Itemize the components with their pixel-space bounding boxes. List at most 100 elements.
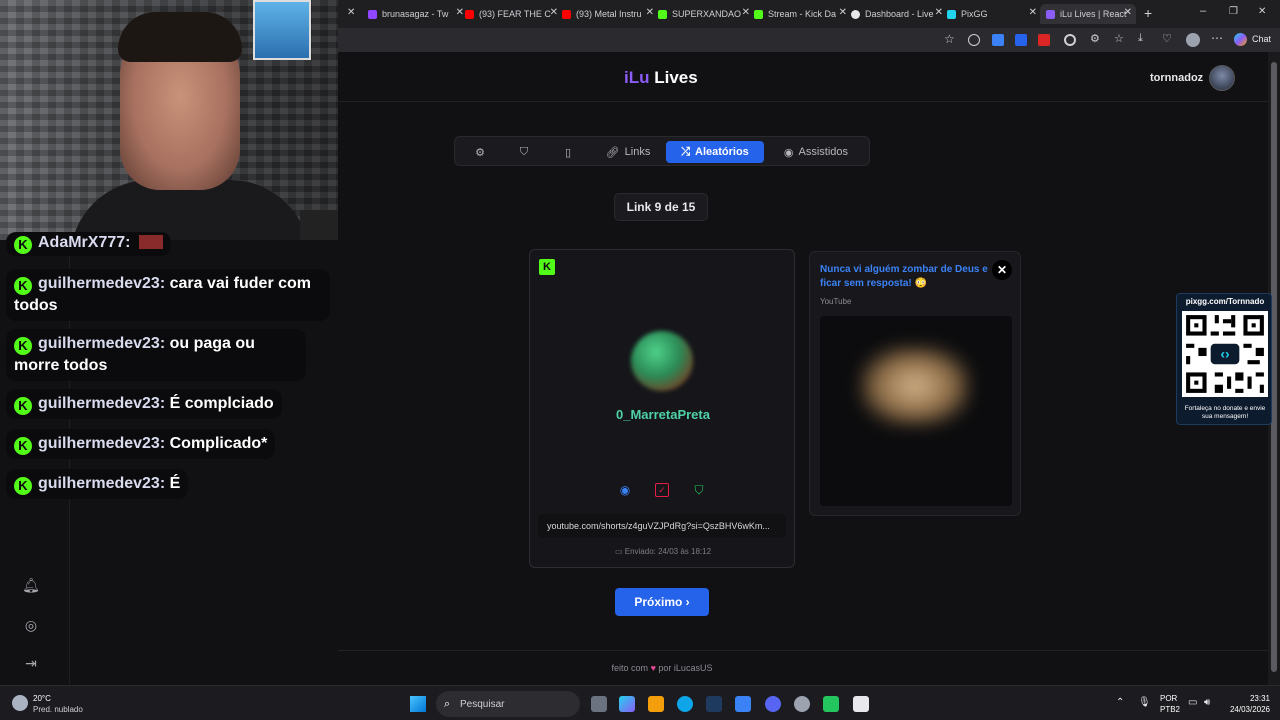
link-url[interactable]: youtube.com/shorts/z4guVZJPdRg?si=QszBHV…: [538, 514, 786, 538]
weather-description[interactable]: Pred. nublado: [33, 705, 83, 714]
new-tab-button[interactable]: +: [1144, 5, 1152, 21]
youtube-icon: [465, 9, 474, 19]
video-thumbnail[interactable]: [820, 316, 1012, 506]
clock-date[interactable]: 24/03/2026: [1222, 705, 1270, 714]
tab-label: Aleatórios: [695, 146, 749, 158]
kick-badge-icon: K: [14, 337, 32, 355]
svg-text:‹›: ‹›: [1220, 346, 1229, 362]
tab-assistidos[interactable]: ◉ Assistidos: [773, 141, 859, 163]
extension-icon[interactable]: [1064, 34, 1076, 46]
username[interactable]: tornnadoz: [1150, 72, 1203, 84]
browser-tab[interactable]: Stream - Kick Da ✕: [754, 4, 847, 24]
file-explorer-icon[interactable]: [648, 696, 664, 712]
discord-icon[interactable]: [765, 696, 781, 712]
close-tab-icon[interactable]: ✕: [456, 7, 464, 18]
close-tab-icon[interactable]: ✕: [1124, 7, 1132, 18]
logout-icon[interactable]: ⇥: [22, 654, 40, 672]
next-button[interactable]: Próximo ›: [615, 588, 709, 616]
favorite-star-icon[interactable]: ☆: [944, 32, 955, 46]
globe-icon: [851, 9, 860, 19]
chat-username: guilhermedev23:: [38, 275, 166, 292]
microphone-icon[interactable]: 🎙︎: [1138, 697, 1151, 708]
browser-tab[interactable]: SUPERXANDAO ✕: [658, 4, 750, 24]
kick-icon: [658, 9, 667, 19]
microphone: [300, 210, 338, 240]
notification-bell-icon[interactable]: 🔔︎: [22, 576, 40, 594]
tray-chevron-icon[interactable]: ⌃: [1116, 697, 1124, 708]
translate-icon[interactable]: [1015, 34, 1027, 46]
tab-settings[interactable]: ⚙: [465, 141, 495, 163]
task-view-icon[interactable]: [591, 696, 607, 712]
app-header: iLu Lives tornnadoz: [338, 52, 1268, 102]
shield-icon: ⛉: [519, 145, 529, 158]
heart-icon[interactable]: ♡: [1162, 32, 1172, 45]
copilot-app-icon[interactable]: [619, 696, 635, 712]
tab-label: SUPERXANDAO: [672, 9, 742, 19]
calendar-icon: ▭: [614, 547, 625, 556]
downloads-icon[interactable]: ⤓: [1138, 32, 1143, 45]
settings-app-icon[interactable]: [794, 696, 810, 712]
browser-tab[interactable]: (93) Metal Instru ✕: [562, 4, 654, 24]
link-icon: 🔗︎: [605, 146, 620, 159]
extension-icon[interactable]: [992, 34, 1004, 46]
collections-icon[interactable]: ☆: [1114, 32, 1124, 45]
qr-title: pixgg.com/Tornnado: [1185, 297, 1265, 306]
browser-tab[interactable]: brunasagaz - Tw ✕: [368, 4, 464, 24]
chat-username: guilhermedev23:: [38, 475, 166, 492]
clock-time[interactable]: 23:31: [1232, 694, 1270, 703]
kick-icon: [754, 9, 763, 19]
minimize-icon[interactable]: –: [1200, 5, 1206, 17]
chat-text: Complicado*: [169, 435, 268, 452]
shield-icon[interactable]: ⛉: [692, 483, 706, 497]
close-tab-icon[interactable]: ✕: [839, 7, 847, 18]
notepad-icon[interactable]: [853, 696, 869, 712]
sent-text: Enviado: 24/03 às 18:12: [624, 547, 712, 556]
help-lifebuoy-icon[interactable]: ◎: [22, 616, 40, 634]
tab-aleatorios[interactable]: ⤮ Aleatórios: [666, 141, 764, 163]
restore-icon[interactable]: ❐: [1229, 6, 1238, 17]
close-tab-icon[interactable]: ✕: [1029, 7, 1037, 18]
keyboard-layout[interactable]: PTB2: [1160, 705, 1180, 714]
app-icon[interactable]: [823, 696, 839, 712]
extension-icon[interactable]: [1038, 34, 1050, 46]
settings-icon[interactable]: ⚙: [1090, 32, 1100, 45]
taskbar-search[interactable]: ⌕ Pesquisar: [436, 691, 580, 717]
tab-saved[interactable]: ▯: [553, 141, 583, 163]
volume-icon[interactable]: 🔊︎: [1204, 697, 1210, 708]
network-icon[interactable]: ▭: [1188, 697, 1197, 708]
more-menu-icon[interactable]: ⋯: [1211, 31, 1223, 45]
close-tab-icon[interactable]: ✕: [646, 7, 654, 18]
browser-tab[interactable]: Dashboard - Live ✕: [851, 4, 943, 24]
watch-eye-icon[interactable]: ◉: [618, 483, 632, 497]
video-title[interactable]: Nunca vi alguém zombar de Deus e ficar s…: [820, 263, 990, 291]
edge-browser-icon[interactable]: [677, 696, 693, 712]
browser-tab[interactable]: (93) FEAR THE C ✕: [465, 4, 558, 24]
steam-icon[interactable]: [706, 696, 722, 712]
tab-moderation[interactable]: ⛉: [509, 141, 539, 163]
video-preview-card: Nunca vi alguém zombar de Deus e ficar s…: [809, 251, 1021, 516]
tab-label: Assistidos: [798, 146, 849, 158]
tab-links[interactable]: 🔗︎ Links: [599, 141, 657, 163]
extension-icon[interactable]: [968, 34, 980, 46]
language-indicator[interactable]: POR: [1160, 694, 1177, 703]
close-preview-button[interactable]: ✕: [992, 260, 1012, 280]
close-tab-icon[interactable]: ✕: [347, 7, 355, 18]
close-window-icon[interactable]: ✕: [1258, 6, 1266, 17]
tab-label: (93) Metal Instru: [576, 9, 642, 19]
chat-button[interactable]: Chat: [1252, 34, 1271, 44]
user-avatar[interactable]: [1209, 65, 1235, 91]
windows-start-icon[interactable]: [410, 696, 426, 712]
mark-checkbox-icon[interactable]: ✓: [655, 483, 669, 497]
close-tab-icon[interactable]: ✕: [935, 7, 943, 18]
app-page: iLu Lives tornnadoz ⚙ ⛉ ▯ 🔗︎ Links ⤮ Ale…: [338, 52, 1268, 685]
copilot-icon[interactable]: [1234, 33, 1247, 46]
browser-tab-active[interactable]: iLu Lives | React ✕: [1040, 4, 1136, 24]
store-icon[interactable]: [735, 696, 751, 712]
close-tab-icon[interactable]: ✕: [550, 7, 558, 18]
weather-cloud-icon[interactable]: [12, 695, 28, 711]
browser-tab[interactable]: PixGG ✕: [947, 4, 1037, 24]
app-logo[interactable]: iLu Lives: [624, 68, 698, 88]
profile-avatar[interactable]: [1186, 33, 1200, 47]
close-tab-icon[interactable]: ✕: [742, 7, 750, 18]
weather-temperature[interactable]: 20°C: [33, 694, 51, 703]
